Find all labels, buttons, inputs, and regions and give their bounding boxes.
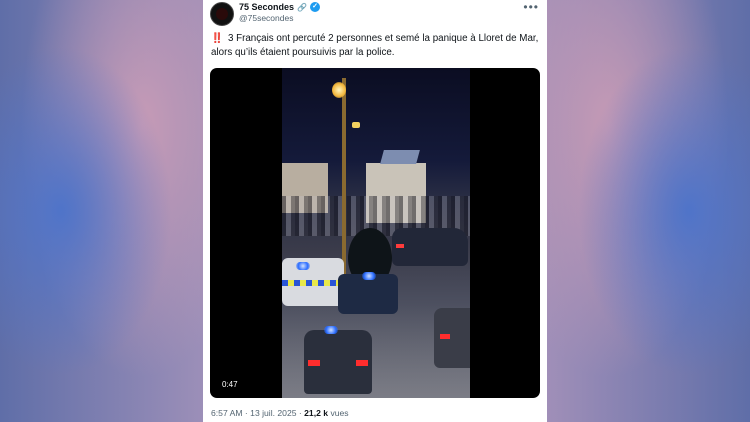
tweet-text: ‼️ 3 Français ont percuté 2 personnes et…	[211, 32, 541, 60]
background-right	[547, 0, 750, 422]
more-options-icon[interactable]: •••	[523, 0, 539, 14]
link-emoji-icon: 🔗	[297, 2, 307, 12]
police-car	[282, 258, 344, 306]
avatar[interactable]	[210, 2, 234, 26]
tail-light	[440, 334, 450, 339]
parked-car	[434, 308, 470, 368]
siren-light	[296, 262, 310, 270]
tail-light	[308, 360, 320, 366]
tweet-body: 3 Français ont percuté 2 personnes et se…	[211, 33, 539, 58]
tail-light	[396, 244, 404, 248]
author-row: 75 Secondes 🔗 ✓	[239, 2, 320, 12]
views-count: 21,2 k	[304, 408, 329, 418]
tail-light	[356, 360, 368, 366]
tweet-meta: 6:57 AM · 13 juil. 2025 · 21,2 k vues	[211, 408, 349, 418]
timestamp[interactable]: 6:57 AM · 13 juil. 2025 ·	[211, 408, 304, 418]
tweet-card: 75 Secondes 🔗 ✓ @75secondes ••• ‼️ 3 Fra…	[203, 0, 547, 422]
siren-light	[362, 272, 376, 280]
siren-light	[324, 326, 338, 334]
author-name[interactable]: 75 Secondes	[239, 2, 294, 12]
street-lamp-small	[352, 122, 360, 128]
double-exclamation-icon: ‼️	[211, 33, 224, 44]
author-handle[interactable]: @75secondes	[239, 13, 293, 23]
police-car-2	[338, 272, 398, 314]
police-stripe	[282, 280, 344, 286]
police-car-rear	[304, 326, 372, 394]
views-label: vues	[328, 408, 349, 418]
street-lamp-pole	[342, 78, 346, 278]
dark-car	[392, 228, 468, 266]
background-left	[0, 0, 203, 422]
kiosk-roof	[380, 150, 420, 164]
video-player[interactable]: 0:47	[210, 68, 540, 398]
video-duration: 0:47	[218, 379, 242, 390]
video-frame	[282, 68, 470, 398]
verified-badge-icon: ✓	[310, 2, 320, 12]
street-lamp-light	[332, 82, 346, 98]
